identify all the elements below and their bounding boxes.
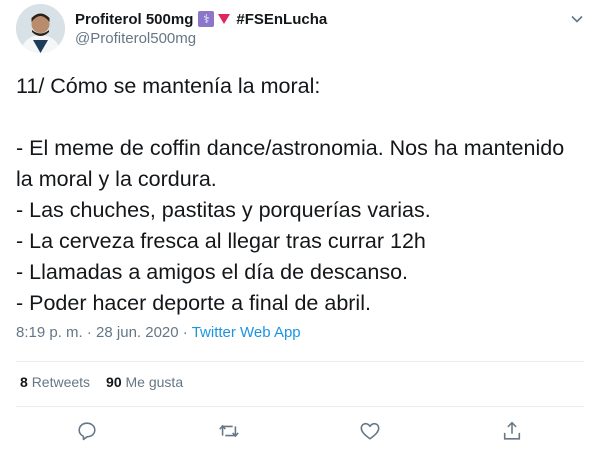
tweet-header: Profiterol 500mg ⚕ #FSEnLucha @Profitero… bbox=[16, 4, 584, 56]
tweet-meta: 8:19 p. m. · 28 jun. 2020 · Twitter Web … bbox=[16, 324, 301, 341]
name-row: Profiterol 500mg ⚕ #FSEnLucha bbox=[75, 9, 327, 29]
likes-stat[interactable]: 90 Me gusta bbox=[106, 374, 183, 390]
divider bbox=[16, 361, 584, 362]
source-app-link[interactable]: Twitter Web App bbox=[192, 324, 301, 341]
action-bar bbox=[0, 420, 600, 444]
likes-label: Me gusta bbox=[125, 374, 184, 390]
chevron-down-icon[interactable] bbox=[570, 12, 584, 26]
separator: · bbox=[86, 324, 92, 341]
tweet-time[interactable]: 8:19 p. m. bbox=[16, 324, 83, 341]
retweet-icon[interactable] bbox=[218, 420, 242, 444]
share-icon[interactable] bbox=[501, 420, 525, 444]
retweets-count: 8 bbox=[20, 374, 28, 390]
reply-icon[interactable] bbox=[76, 420, 100, 444]
hashtag: #FSEnLucha bbox=[236, 10, 328, 28]
tweet-date[interactable]: 28 jun. 2020 bbox=[96, 324, 179, 341]
display-name[interactable]: Profiterol 500mg bbox=[75, 11, 193, 28]
user-names: Profiterol 500mg ⚕ #FSEnLucha @Profitero… bbox=[75, 9, 327, 48]
tweet-stats: 8 Retweets 90 Me gusta bbox=[20, 374, 199, 390]
divider bbox=[16, 406, 584, 407]
retweets-label: Retweets bbox=[31, 374, 91, 390]
separator: · bbox=[182, 324, 188, 341]
tweet-text: 11/ Cómo se mantenía la moral: - El meme… bbox=[16, 74, 565, 315]
tweet-card: Profiterol 500mg ⚕ #FSEnLucha @Profitero… bbox=[0, 0, 600, 459]
red-triangle-icon bbox=[218, 14, 231, 24]
avatar[interactable] bbox=[16, 4, 65, 53]
caduceus-icon: ⚕ bbox=[198, 11, 215, 27]
heart-icon[interactable] bbox=[359, 420, 383, 444]
user-handle[interactable]: @Profiterol500mg bbox=[75, 30, 327, 47]
likes-count: 90 bbox=[106, 374, 122, 390]
avatar-image bbox=[16, 4, 65, 53]
retweets-stat[interactable]: 8 Retweets bbox=[20, 374, 90, 390]
